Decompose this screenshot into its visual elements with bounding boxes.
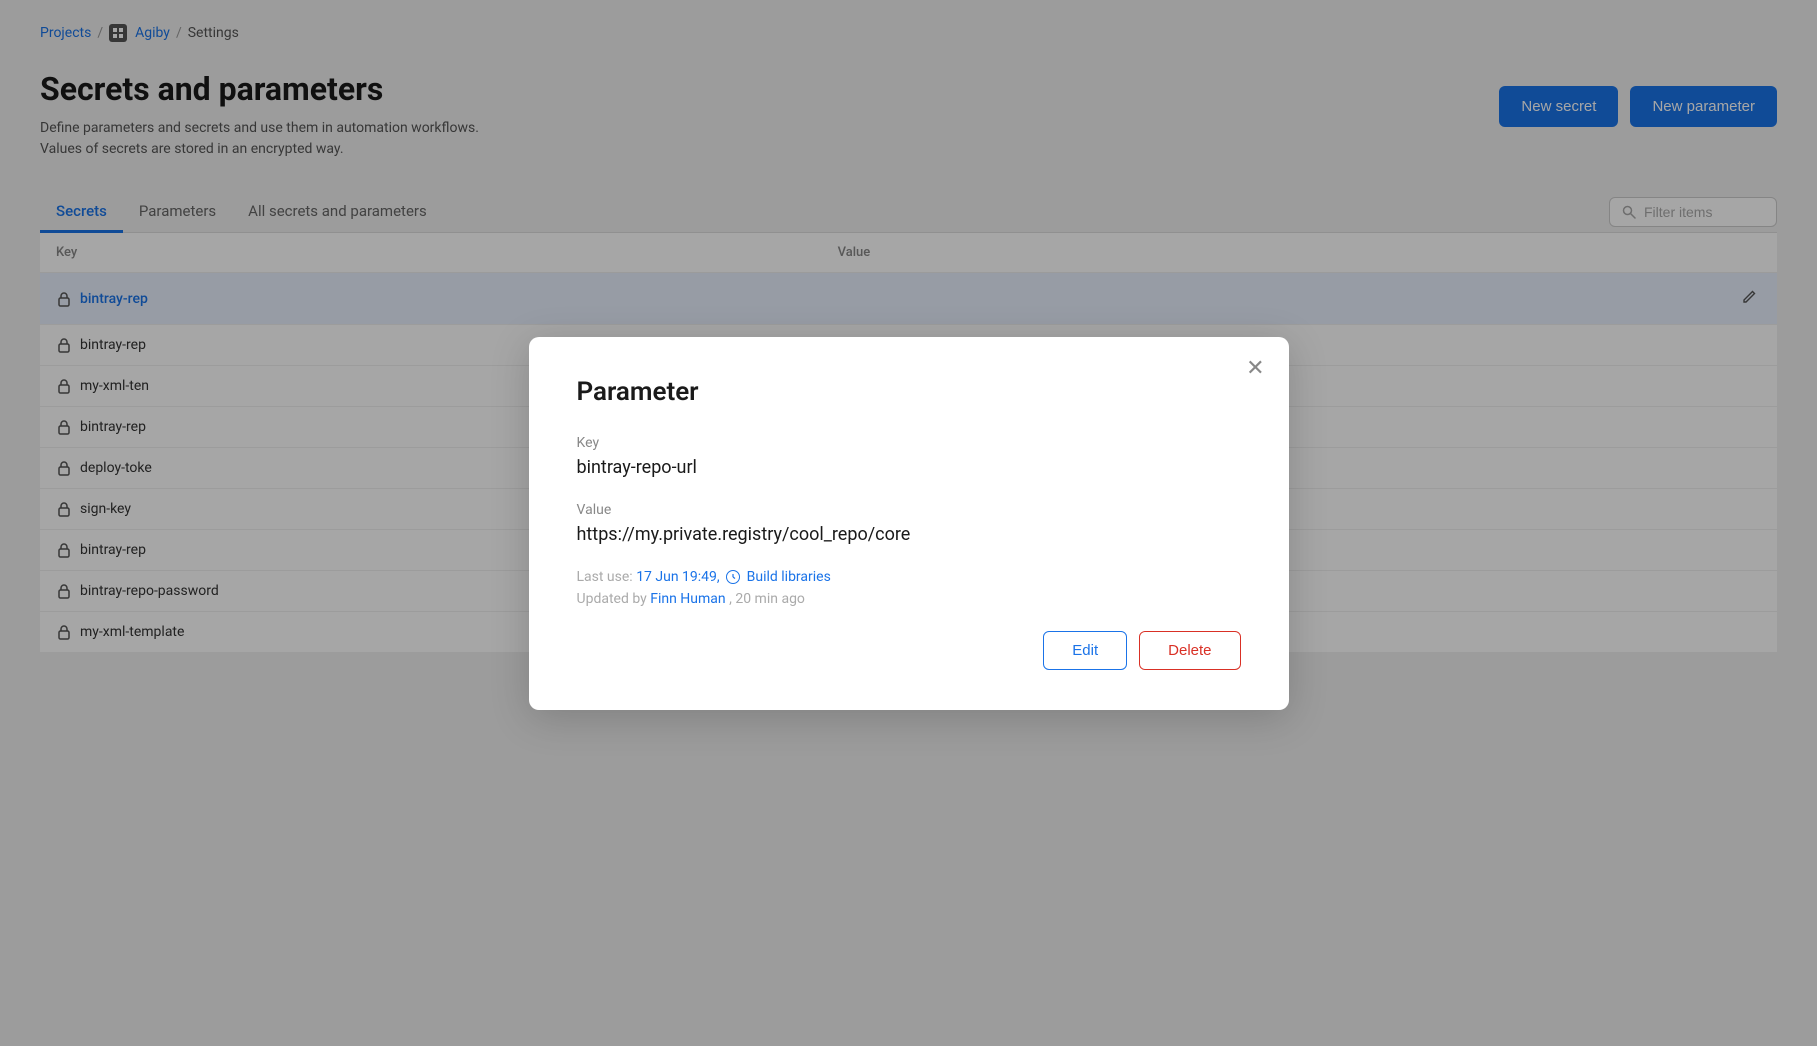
modal-last-use-date[interactable]: 17 Jun 19:49, — [636, 569, 719, 585]
modal-edit-button[interactable]: Edit — [1043, 631, 1127, 670]
modal-overlay[interactable]: ✕ Parameter Key bintray-repo-url Value h… — [0, 0, 1817, 1046]
modal-close-button[interactable]: ✕ — [1246, 357, 1264, 379]
modal-updated-user[interactable]: Finn Human — [650, 591, 725, 607]
modal-updated: Updated by Finn Human , 20 min ago — [577, 591, 1241, 607]
modal-title: Parameter — [577, 377, 1241, 407]
modal: ✕ Parameter Key bintray-repo-url Value h… — [529, 337, 1289, 710]
modal-actions: Edit Delete — [577, 631, 1241, 670]
modal-value-label: Value — [577, 502, 1241, 518]
modal-key-label: Key — [577, 435, 1241, 451]
modal-value-value: https://my.private.registry/cool_repo/co… — [577, 524, 1241, 545]
modal-last-use: Last use: 17 Jun 19:49, Build libraries — [577, 569, 1241, 585]
modal-last-use-link[interactable]: Build libraries — [747, 569, 831, 585]
modal-delete-button[interactable]: Delete — [1139, 631, 1240, 670]
modal-key-value: bintray-repo-url — [577, 457, 1241, 478]
